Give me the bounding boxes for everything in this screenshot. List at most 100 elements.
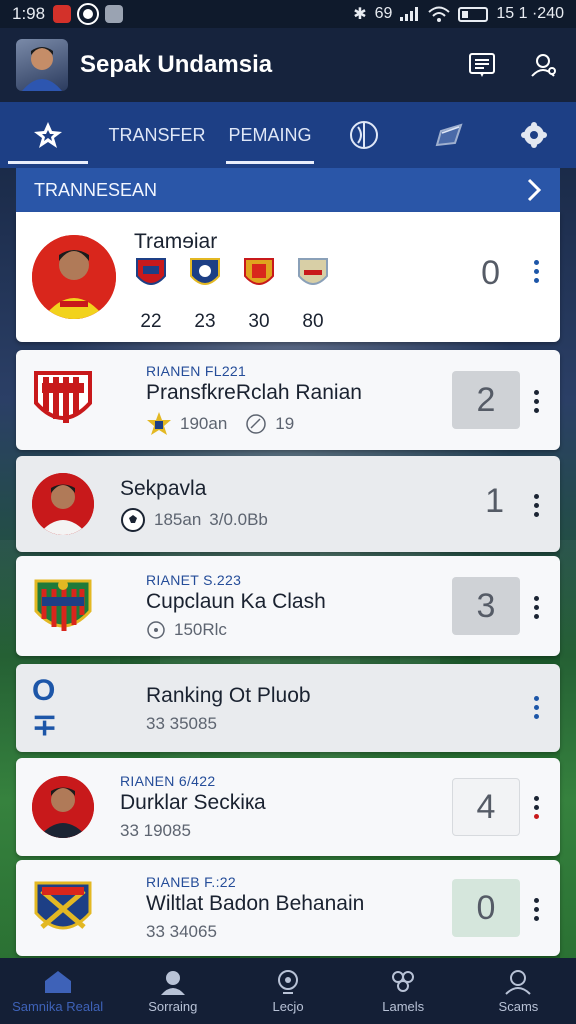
nav-lamels[interactable]: Lamels (346, 958, 461, 1024)
more-options-icon[interactable] (534, 796, 540, 819)
item-score: 1 (485, 482, 504, 520)
account-icon (531, 54, 556, 77)
item-meta: 190an 19 (146, 411, 362, 437)
more-options-icon[interactable] (534, 390, 540, 413)
group-icon (392, 970, 415, 992)
item-meta: 185an 3/0.0Bb (120, 507, 268, 533)
signal-text: 69 (374, 5, 393, 22)
more-options-icon[interactable] (534, 696, 540, 719)
nav-lecjo[interactable]: Lecjo (230, 958, 345, 1024)
tab-settings[interactable] (492, 102, 576, 168)
club-crest-icon (34, 371, 92, 423)
section-header[interactable]: TRANNESEAN (16, 168, 560, 212)
notification-icon (53, 5, 72, 23)
featured-player-avatar (32, 235, 116, 319)
star-icon (34, 122, 62, 148)
item-meta-1: 185an (154, 510, 202, 529)
item-meta: 33 19085 (120, 821, 266, 841)
item-title: Durklar Seckiкa (120, 791, 266, 814)
boot-icon (435, 123, 463, 147)
ranking-glyph-text: O ∓ (32, 673, 66, 742)
player-avatar (32, 776, 94, 838)
tab-pemaing-label: PEMAING (228, 124, 312, 145)
item-score: 0 (452, 879, 520, 937)
app-icon (105, 5, 124, 23)
club-crest (32, 575, 94, 637)
club-crest-icon (298, 258, 328, 285)
home-icon (44, 970, 71, 993)
club-stat[interactable]: 22 (134, 256, 168, 333)
club-crest-icon (34, 579, 92, 631)
item-kicker: RIANET S.223 (146, 572, 242, 588)
more-options-icon[interactable] (534, 898, 540, 921)
nav-lamels-label: Lamels (382, 998, 425, 1014)
signal-icon (400, 7, 419, 21)
bottom-nav: Samnika Realal Sorraing Lecjo Lamels Sca… (0, 958, 576, 1024)
tab-boot[interactable] (406, 102, 492, 168)
battery-icon (458, 6, 489, 22)
more-options-icon[interactable] (534, 596, 540, 619)
chevron-right-icon[interactable] (526, 178, 542, 202)
status-bar: 1:98 ✱ 69 15 1 ·240 (0, 0, 576, 28)
club-crest-icon (34, 881, 92, 930)
tab-pemaing[interactable]: PEMAING (218, 102, 322, 168)
nav-scams[interactable]: Scams (461, 958, 576, 1024)
more-options-icon[interactable] (534, 260, 540, 283)
tab-favorites[interactable] (0, 102, 96, 168)
nav-home-label: Samnika Realal (12, 998, 104, 1014)
club-stat-value: 22 (140, 311, 162, 332)
list-item[interactable]: O ∓ Ranking Ot Pluob 33 35085 (16, 664, 560, 752)
list-item[interactable]: RIANET S.223 Cupclaun Ka Clash 150Rlc 3 (16, 556, 560, 656)
news-icon (469, 53, 495, 77)
item-score: 3 (452, 577, 520, 635)
club-stat-value: 30 (248, 311, 270, 332)
news-button[interactable] (466, 49, 498, 81)
list-item[interactable]: RIANEB F.:22 Wiltlat Badon Behanain 33 3… (16, 860, 560, 956)
account-button[interactable] (528, 49, 560, 81)
item-meta: 33 34065 (146, 922, 364, 942)
club-crest-icon (190, 258, 220, 285)
item-title: PransfkreRclah Ranian (146, 381, 362, 404)
avatar-image (22, 47, 62, 91)
item-meta-1: 150Rlc (174, 620, 227, 639)
nav-scams-label: Scams (498, 998, 539, 1014)
item-title: Wiltlat Badon Behanain (146, 892, 365, 915)
item-kicker: RIANEN FL221 (146, 363, 247, 379)
featured-score: 0 (481, 254, 500, 292)
nav-sorraing[interactable]: Sorraing (115, 958, 230, 1024)
club-stat[interactable]: 30 (242, 256, 276, 333)
profile-icon (505, 969, 532, 995)
tab-transfer[interactable]: TRANSFER (96, 102, 218, 168)
tab-bar: TRANSFER PEMAING (0, 102, 576, 168)
item-title: Cupclaun Ka Clash (146, 590, 326, 613)
player-avatar (32, 473, 94, 535)
wifi-icon (428, 6, 451, 22)
club-crest (32, 369, 94, 431)
item-kicker: RIANEN 6/422 (120, 773, 216, 789)
item-kicker: RIANEB F.:22 (146, 874, 236, 890)
nav-home[interactable]: Samnika Realal (0, 958, 115, 1024)
featured-card[interactable]: Tramɘiar 22 23 30 80 0 (16, 212, 560, 342)
club-crest-icon (244, 258, 274, 285)
battery-text: 15 1 ·240 (496, 5, 564, 22)
player-photo (32, 473, 94, 535)
item-meta: 150Rlc (146, 620, 326, 640)
club-stat[interactable]: 80 (296, 256, 330, 333)
app-title: Sepak Undamsia (80, 51, 273, 78)
nav-sorraing-label: Sorraing (148, 998, 198, 1014)
item-meta-1: 33 34065 (146, 922, 217, 941)
list-item[interactable]: RIANEN FL221 PransfkreRclah Ranian 190an… (16, 350, 560, 450)
ball-icon (350, 121, 378, 149)
user-avatar[interactable] (16, 39, 68, 91)
clock-icon (147, 621, 165, 639)
badge-icon (147, 412, 171, 435)
list-item[interactable]: Sekpavla 185an 3/0.0Bb 1 (16, 456, 560, 552)
club-stat[interactable]: 23 (188, 256, 222, 333)
status-time: 1:98 (12, 4, 46, 23)
item-title: Ranking Ot Pluob (146, 684, 311, 707)
list-item[interactable]: RIANEN 6/422 Durklar Seckiкa 33 19085 4 (16, 758, 560, 856)
more-options-icon[interactable] (534, 494, 540, 517)
bluetooth-icon: ✱ (353, 6, 367, 23)
tab-ball[interactable] (322, 102, 406, 168)
tab-transfer-label: TRANSFER (108, 124, 206, 145)
